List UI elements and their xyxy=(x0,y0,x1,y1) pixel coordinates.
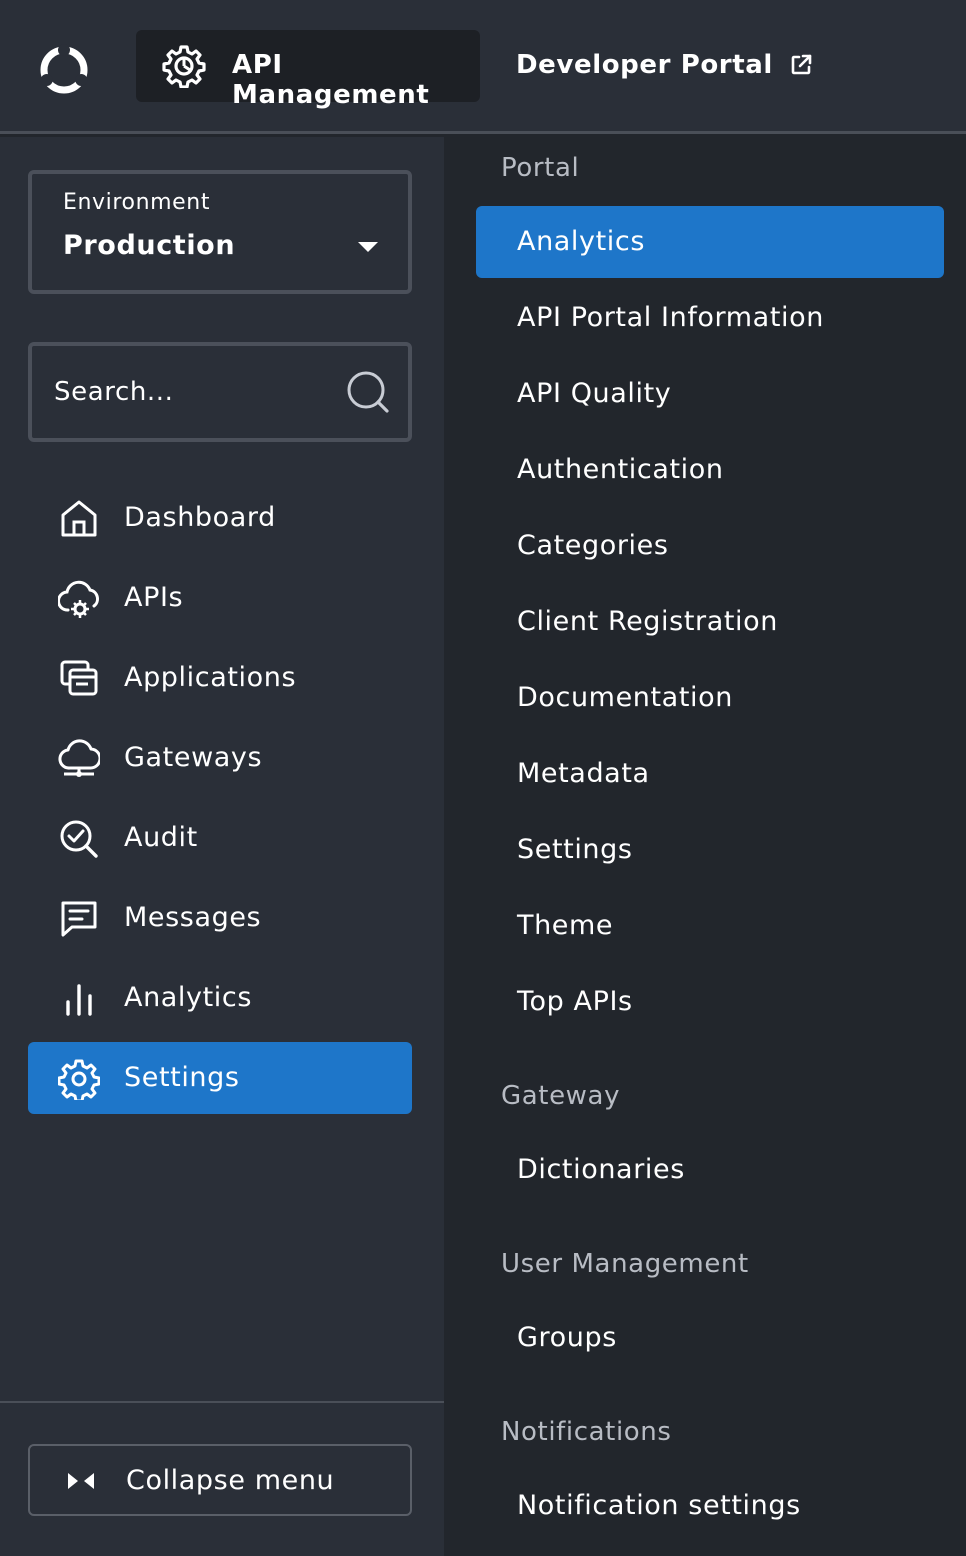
submenu-item-label: Top APIs xyxy=(517,986,633,1017)
submenu-item-settings[interactable]: Settings xyxy=(476,814,944,886)
search-icon[interactable] xyxy=(346,370,390,414)
section-title-notifications: Notifications xyxy=(501,1417,672,1447)
chevron-down-icon xyxy=(358,242,378,252)
sidebar-item-audit[interactable]: Audit xyxy=(28,802,412,874)
top-bar: API Management Developer Portal xyxy=(0,0,966,134)
submenu-item-label: Documentation xyxy=(517,682,733,713)
submenu-item-label: Analytics xyxy=(517,226,646,257)
submenu-item-authentication[interactable]: Authentication xyxy=(476,434,944,506)
logo-icon[interactable] xyxy=(38,44,90,96)
submenu-item-label: Settings xyxy=(517,834,633,865)
submenu-item-label: Theme xyxy=(517,910,614,941)
settings-icon xyxy=(58,1059,100,1100)
section-title-user-management: User Management xyxy=(501,1249,749,1279)
sidebar-item-settings[interactable]: Settings xyxy=(28,1042,412,1114)
sidebar: Environment Production Dashboard APIs xyxy=(0,137,444,1556)
settings-submenu: Portal Analytics API Portal Information … xyxy=(444,137,966,1556)
sidebar-divider xyxy=(0,1401,444,1403)
developer-portal-label: Developer Portal xyxy=(516,50,773,80)
sidebar-item-dashboard[interactable]: Dashboard xyxy=(28,482,412,554)
environment-caption: Environment xyxy=(63,190,211,215)
sidebar-item-label: Messages xyxy=(124,902,262,933)
submenu-item-label: Metadata xyxy=(517,758,650,789)
cloud-gear-icon xyxy=(58,580,99,618)
submenu-item-notification-settings[interactable]: Notification settings xyxy=(476,1470,944,1542)
search-field[interactable] xyxy=(28,342,412,442)
sidebar-item-label: Applications xyxy=(124,662,297,693)
submenu-item-top-apis[interactable]: Top APIs xyxy=(476,966,944,1038)
sidebar-item-analytics[interactable]: Analytics xyxy=(28,962,412,1034)
submenu-item-label: API Quality xyxy=(517,378,672,409)
section-title-gateway: Gateway xyxy=(501,1081,621,1111)
sidebar-item-label: Analytics xyxy=(124,982,253,1013)
app-switcher-button[interactable]: API Management xyxy=(136,30,480,110)
submenu-item-groups[interactable]: Groups xyxy=(476,1302,944,1374)
audit-icon xyxy=(60,820,98,858)
submenu-item-label: Groups xyxy=(517,1322,617,1353)
search-input[interactable] xyxy=(54,368,334,416)
environment-value: Production xyxy=(63,230,236,261)
submenu-item-analytics[interactable]: Analytics xyxy=(476,206,944,278)
submenu-item-label: Categories xyxy=(517,530,669,561)
submenu-item-theme[interactable]: Theme xyxy=(476,890,944,962)
collapse-menu-label: Collapse menu xyxy=(126,1465,335,1496)
section-title-portal: Portal xyxy=(501,153,580,183)
sidebar-item-applications[interactable]: Applications xyxy=(28,642,412,714)
submenu-item-api-quality[interactable]: API Quality xyxy=(476,358,944,430)
submenu-item-documentation[interactable]: Documentation xyxy=(476,662,944,734)
sidebar-item-label: Gateways xyxy=(124,742,263,773)
submenu-item-api-portal-information[interactable]: API Portal Information xyxy=(476,282,944,354)
sidebar-item-apis[interactable]: APIs xyxy=(28,562,412,634)
submenu-item-categories[interactable]: Categories xyxy=(476,510,944,582)
sidebar-item-label: Audit xyxy=(124,822,198,853)
message-icon xyxy=(61,901,97,937)
sidebar-item-label: APIs xyxy=(124,582,184,613)
home-icon xyxy=(61,500,97,537)
collapse-icon xyxy=(68,1473,94,1489)
external-link-icon xyxy=(791,54,812,75)
submenu-item-label: Dictionaries xyxy=(517,1154,685,1185)
environment-select[interactable]: Environment Production xyxy=(28,170,412,294)
sidebar-item-label: Dashboard xyxy=(124,502,276,533)
cloud-gateway-icon xyxy=(58,739,100,777)
sidebar-item-messages[interactable]: Messages xyxy=(28,882,412,954)
collapse-menu-button[interactable]: Collapse menu xyxy=(28,1444,412,1516)
applications-icon xyxy=(60,660,98,696)
submenu-item-label: API Portal Information xyxy=(517,302,824,333)
submenu-item-dictionaries[interactable]: Dictionaries xyxy=(476,1134,944,1206)
app-title: API Management xyxy=(232,50,430,110)
sidebar-item-gateways[interactable]: Gateways xyxy=(28,722,412,794)
gear-icon xyxy=(162,45,206,88)
submenu-item-metadata[interactable]: Metadata xyxy=(476,738,944,810)
submenu-item-label: Client Registration xyxy=(517,606,778,637)
submenu-item-client-registration[interactable]: Client Registration xyxy=(476,586,944,658)
sidebar-item-label: Settings xyxy=(124,1062,240,1093)
submenu-item-label: Authentication xyxy=(517,454,724,485)
submenu-item-label: Notification settings xyxy=(517,1490,801,1521)
bar-chart-icon xyxy=(66,984,92,1016)
developer-portal-link[interactable]: Developer Portal xyxy=(516,50,813,80)
